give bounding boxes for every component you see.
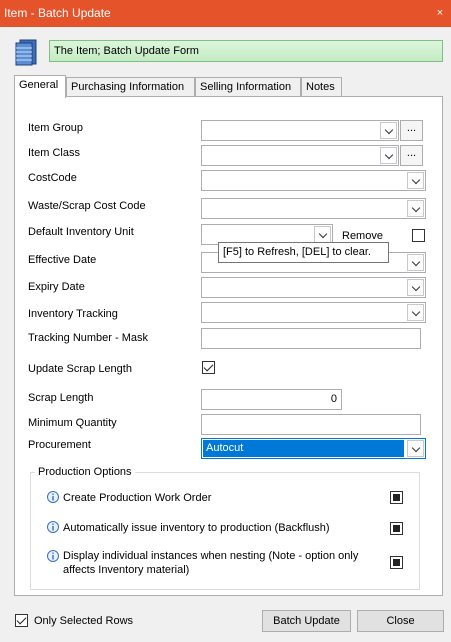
chevron-down-icon[interactable] xyxy=(380,147,397,164)
tab-notes[interactable]: Notes xyxy=(301,77,342,97)
item-class-label: Item Class xyxy=(28,147,80,159)
expiry-date-label: Expiry Date xyxy=(28,281,85,293)
waste-scrap-cost-code-combo[interactable] xyxy=(201,198,426,219)
remove-checkbox[interactable] xyxy=(412,229,425,242)
database-stack-icon xyxy=(15,39,37,66)
info-icon xyxy=(47,521,59,533)
update-scrap-length-checkbox[interactable] xyxy=(202,361,215,374)
form-banner: The Item; Batch Update Form xyxy=(49,40,443,62)
chevron-down-icon[interactable] xyxy=(314,226,331,243)
display-instances-label-line2: affects Inventory material) xyxy=(63,564,190,576)
display-instances-label-line1: Display individual instances when nestin… xyxy=(63,550,359,562)
cost-code-combo[interactable] xyxy=(201,170,426,191)
minimum-quantity-label: Minimum Quantity xyxy=(28,417,117,429)
tab-general[interactable]: General xyxy=(14,75,66,98)
waste-scrap-cost-code-label: Waste/Scrap Cost Code xyxy=(28,200,146,212)
procurement-value: Autocut xyxy=(203,440,404,457)
item-group-combo[interactable] xyxy=(201,120,399,141)
scrap-length-input[interactable]: 0 xyxy=(201,389,342,410)
inventory-tracking-label: Inventory Tracking xyxy=(28,308,118,320)
chevron-down-icon[interactable] xyxy=(407,200,424,217)
production-options-title: Production Options xyxy=(35,466,135,478)
procurement-combo[interactable]: Autocut xyxy=(201,438,426,459)
close-button[interactable]: Close xyxy=(357,610,444,632)
only-selected-rows-checkbox[interactable] xyxy=(15,614,28,627)
chevron-down-icon[interactable] xyxy=(407,440,424,457)
item-group-label: Item Group xyxy=(28,122,84,134)
item-class-combo[interactable] xyxy=(201,145,399,166)
scrap-length-label: Scrap Length xyxy=(28,392,94,404)
tracking-number-mask-input[interactable] xyxy=(201,328,421,349)
batch-update-button[interactable]: Batch Update xyxy=(262,610,351,632)
effective-date-label: Effective Date xyxy=(28,254,97,266)
default-inventory-unit-label: Default Inventory Unit xyxy=(28,226,134,238)
create-production-work-order-label: Create Production Work Order xyxy=(63,492,212,504)
display-instances-checkbox[interactable] xyxy=(390,556,403,569)
tracking-number-mask-label: Tracking Number - Mask xyxy=(28,332,149,344)
backflush-label: Automatically issue inventory to product… xyxy=(63,522,330,534)
tab-purchasing-information[interactable]: Purchasing Information xyxy=(66,77,195,97)
expiry-date-combo[interactable] xyxy=(201,277,426,298)
inventory-tracking-combo[interactable] xyxy=(201,302,426,323)
only-selected-rows-label: Only Selected Rows xyxy=(34,615,134,627)
close-icon[interactable]: × xyxy=(434,7,446,19)
tab-selling-information[interactable]: Selling Information xyxy=(195,77,301,97)
minimum-quantity-input[interactable] xyxy=(201,414,421,435)
chevron-down-icon[interactable] xyxy=(407,172,424,189)
cost-code-label: CostCode xyxy=(28,172,77,184)
procurement-label: Procurement xyxy=(28,439,91,451)
refresh-clear-tooltip: [F5] to Refresh, [DEL] to clear. xyxy=(218,242,389,263)
info-icon xyxy=(47,491,59,503)
chevron-down-icon[interactable] xyxy=(407,279,424,296)
chevron-down-icon[interactable] xyxy=(407,254,424,271)
chevron-down-icon[interactable] xyxy=(380,122,397,139)
info-icon xyxy=(47,550,59,562)
title-bar: Item - Batch Update × xyxy=(0,0,451,27)
item-class-browse-button[interactable]: ... xyxy=(400,145,423,166)
chevron-down-icon[interactable] xyxy=(407,304,424,321)
remove-label: Remove xyxy=(342,230,383,242)
create-production-work-order-checkbox[interactable] xyxy=(390,491,403,504)
item-group-browse-button[interactable]: ... xyxy=(400,120,423,141)
update-scrap-length-label: Update Scrap Length xyxy=(28,363,132,375)
window-title: Item - Batch Update xyxy=(4,6,111,20)
backflush-checkbox[interactable] xyxy=(390,522,403,535)
